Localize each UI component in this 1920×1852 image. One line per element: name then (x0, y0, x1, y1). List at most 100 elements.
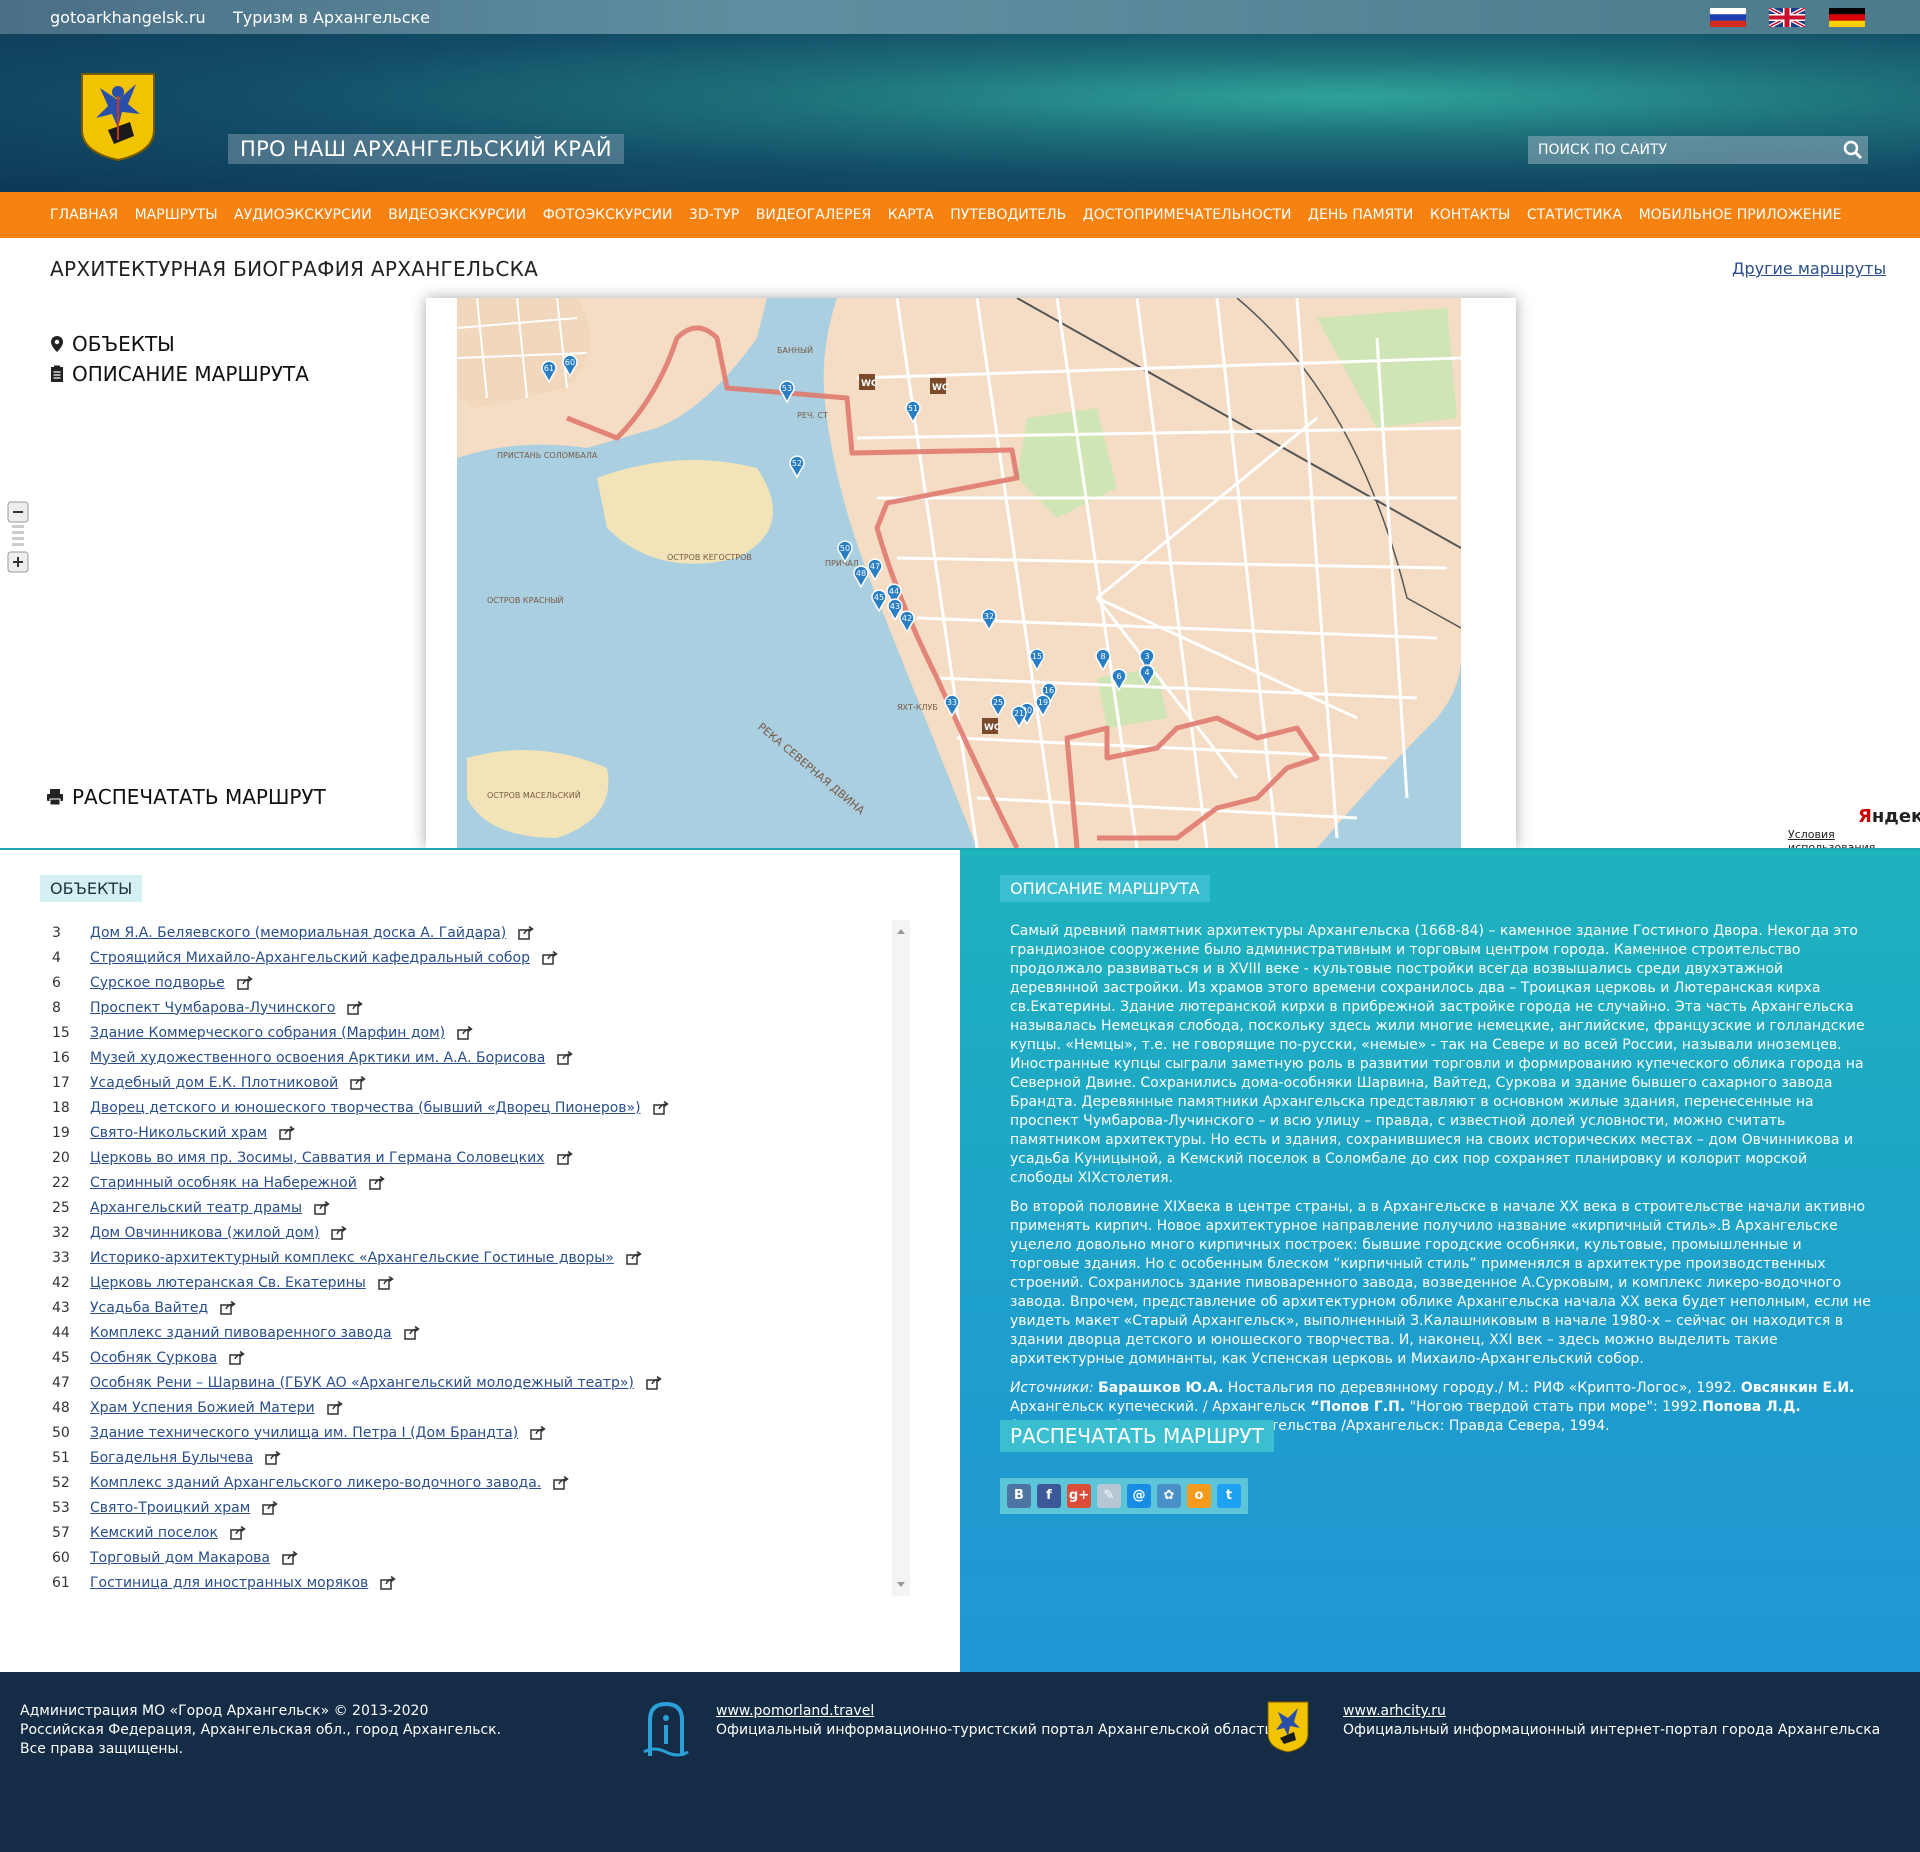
vk-share-icon[interactable]: В (1007, 1484, 1031, 1508)
nav-item[interactable]: КОНТАКТЫ (1430, 192, 1510, 238)
external-link-icon[interactable] (553, 1475, 570, 1490)
route-map[interactable]: ПРИСТАНЬ СОЛОМБАЛА ОСТРОВ КЕГОСТРОВ РЕКА… (457, 298, 1461, 848)
external-link-icon[interactable] (369, 1175, 385, 1190)
object-link[interactable]: Усадьба Вайтед (90, 1300, 208, 1316)
search-input[interactable] (1528, 136, 1838, 164)
nav-item[interactable]: СТАТИСТИКА (1527, 192, 1622, 238)
object-link[interactable]: Особняк Суркова (90, 1350, 217, 1366)
twitter-share-icon[interactable]: t (1217, 1484, 1241, 1508)
external-link-icon[interactable] (652, 1100, 669, 1115)
livejournal-share-icon[interactable]: ✎ (1097, 1484, 1121, 1508)
print-route-button[interactable]: РАСПЕЧАТАТЬ МАРШРУТ (1000, 1420, 1274, 1452)
external-link-icon[interactable] (262, 1500, 279, 1515)
nav-item[interactable]: 3D-ТУР (689, 192, 739, 238)
objects-link[interactable]: ОБЪЕКТЫ (50, 332, 175, 356)
object-link[interactable]: Проспект Чумбарова-Лучинского (90, 1000, 335, 1016)
external-link-icon[interactable] (236, 975, 253, 990)
facebook-share-icon[interactable]: f (1037, 1484, 1061, 1508)
other-routes-link[interactable]: Другие маршруты (1732, 259, 1886, 278)
object-link[interactable]: Особняк Рени – Шарвина (ГБУК АО «Арханге… (90, 1375, 634, 1391)
svg-text:3: 3 (1144, 652, 1149, 661)
external-link-icon[interactable] (518, 925, 534, 940)
object-link[interactable]: Церковь лютеранская Св. Екатерины (90, 1275, 366, 1291)
objects-scrollbar[interactable] (892, 920, 910, 1596)
uk-flag-icon[interactable] (1769, 8, 1805, 27)
external-link-icon[interactable] (380, 1575, 397, 1590)
external-link-icon[interactable] (326, 1400, 343, 1415)
external-link-icon[interactable] (378, 1275, 394, 1290)
nav-item[interactable]: МОБИЛЬНОЕ ПРИЛОЖЕНИЕ (1639, 192, 1842, 238)
object-link[interactable]: Комплекс зданий пивоваренного завода (90, 1325, 392, 1341)
object-link[interactable]: Гостиница для иностранных моряков (90, 1575, 368, 1591)
yandex-logo[interactable]: Яндекс (1858, 806, 1920, 827)
external-link-icon[interactable] (350, 1075, 367, 1090)
map-zoom-control[interactable] (6, 500, 30, 574)
mailru-share-icon[interactable]: @ (1127, 1484, 1151, 1508)
description-link[interactable]: ОПИСАНИЕ МАРШРУТА (50, 362, 309, 386)
external-link-icon[interactable] (646, 1375, 662, 1390)
object-link[interactable]: Здание Коммерческого собрания (Марфин до… (90, 1025, 445, 1041)
external-link-icon[interactable] (530, 1425, 546, 1440)
arkhangelsk-coat-of-arms-icon[interactable] (1266, 1700, 1310, 1754)
external-link-icon[interactable] (229, 1350, 245, 1365)
print-route-link[interactable]: РАСПЕЧАТАТЬ МАРШРУТ (46, 785, 326, 809)
arkhangelsk-coat-of-arms-logo[interactable] (78, 70, 158, 162)
tourism-link[interactable]: Туризм в Архангельске (233, 8, 430, 27)
external-link-icon[interactable] (626, 1250, 642, 1265)
object-link[interactable]: Комплекс зданий Архангельского ликеро-во… (90, 1475, 541, 1491)
nav-item[interactable]: АУДИОЭКСКУРСИИ (234, 192, 372, 238)
nav-item[interactable]: ВИДЕОЭКСКУРСИИ (388, 192, 526, 238)
nav-item[interactable]: ФОТОЭКСКУРСИИ (543, 192, 673, 238)
object-link[interactable]: Музей художественного освоения Арктики и… (90, 1050, 545, 1066)
nav-item[interactable]: МАРШРУТЫ (135, 192, 218, 238)
external-link-icon[interactable] (331, 1225, 348, 1240)
external-link-icon[interactable] (542, 950, 558, 965)
nav-item[interactable]: ДОСТОПРИМЕЧАТЕЛЬНОСТИ (1083, 192, 1292, 238)
object-link[interactable]: Дворец детского и юношеского творчества … (90, 1100, 641, 1116)
external-link-icon[interactable] (220, 1300, 236, 1315)
external-link-icon[interactable] (279, 1125, 295, 1140)
object-link[interactable]: Сурское подворье (90, 975, 225, 991)
german-flag-icon[interactable] (1829, 8, 1865, 27)
object-link[interactable]: Усадебный дом Е.К. Плотниковой (90, 1075, 338, 1091)
object-link[interactable]: Торговый дом Макарова (90, 1550, 270, 1566)
object-link[interactable]: Церковь во имя пр. Зосимы, Савватия и Ге… (90, 1150, 545, 1166)
nav-item[interactable]: ДЕНЬ ПАМЯТИ (1308, 192, 1413, 238)
search-icon[interactable] (1842, 139, 1864, 161)
external-link-icon[interactable] (457, 1025, 473, 1040)
external-link-icon[interactable] (556, 1150, 573, 1165)
info-portal-icon[interactable] (642, 1698, 690, 1760)
object-link[interactable]: Дом Овчинникова (жилой дом) (90, 1225, 319, 1241)
nav-item[interactable]: ВИДЕОГАЛЕРЕЯ (756, 192, 871, 238)
nav-item[interactable]: ПУТЕВОДИТЕЛЬ (950, 192, 1066, 238)
nav-item[interactable]: КАРТА (888, 192, 934, 238)
object-number: 48 (52, 1399, 70, 1416)
object-link[interactable]: Здание технического училища им. Петра I … (90, 1425, 518, 1441)
pomorland-link[interactable]: www.pomorland.travel (716, 1702, 1274, 1721)
nav-item[interactable]: ГЛАВНАЯ (50, 192, 118, 238)
objects-list[interactable]: 3 Дом Я.А. Беляевского (мемориальная доск… (40, 920, 910, 1596)
external-link-icon[interactable] (282, 1550, 298, 1565)
arhcity-link[interactable]: www.arhcity.ru (1343, 1702, 1880, 1721)
object-link[interactable]: Свято-Никольский храм (90, 1125, 267, 1141)
object-link[interactable]: Старинный особняк на Набережной (90, 1175, 357, 1191)
external-link-icon[interactable] (557, 1050, 574, 1065)
external-link-icon[interactable] (265, 1450, 282, 1465)
object-link[interactable]: Архангельский театр драмы (90, 1200, 302, 1216)
moimir-share-icon[interactable]: ✿ (1157, 1484, 1181, 1508)
external-link-icon[interactable] (403, 1325, 420, 1340)
external-link-icon[interactable] (230, 1525, 246, 1540)
object-link[interactable]: Богадельня Булычева (90, 1450, 253, 1466)
object-link[interactable]: Храм Успения Божией Матери (90, 1400, 315, 1416)
object-link[interactable]: Дом Я.А. Беляевского (мемориальная доска… (90, 925, 506, 941)
object-link[interactable]: Строящийся Михайло-Архангельский кафедра… (90, 950, 530, 966)
odnoklassniki-share-icon[interactable]: о (1187, 1484, 1211, 1508)
russian-flag-icon[interactable] (1710, 8, 1746, 27)
google-plus-share-icon[interactable]: g+ (1067, 1484, 1091, 1508)
object-link[interactable]: Историко-архитектурный комплекс «Арханге… (90, 1250, 614, 1266)
external-link-icon[interactable] (314, 1200, 330, 1215)
object-link[interactable]: Кемский поселок (90, 1525, 218, 1541)
object-link[interactable]: Свято-Троицкий храм (90, 1500, 250, 1516)
site-link[interactable]: gotoarkhangelsk.ru (50, 8, 206, 27)
external-link-icon[interactable] (347, 1000, 364, 1015)
